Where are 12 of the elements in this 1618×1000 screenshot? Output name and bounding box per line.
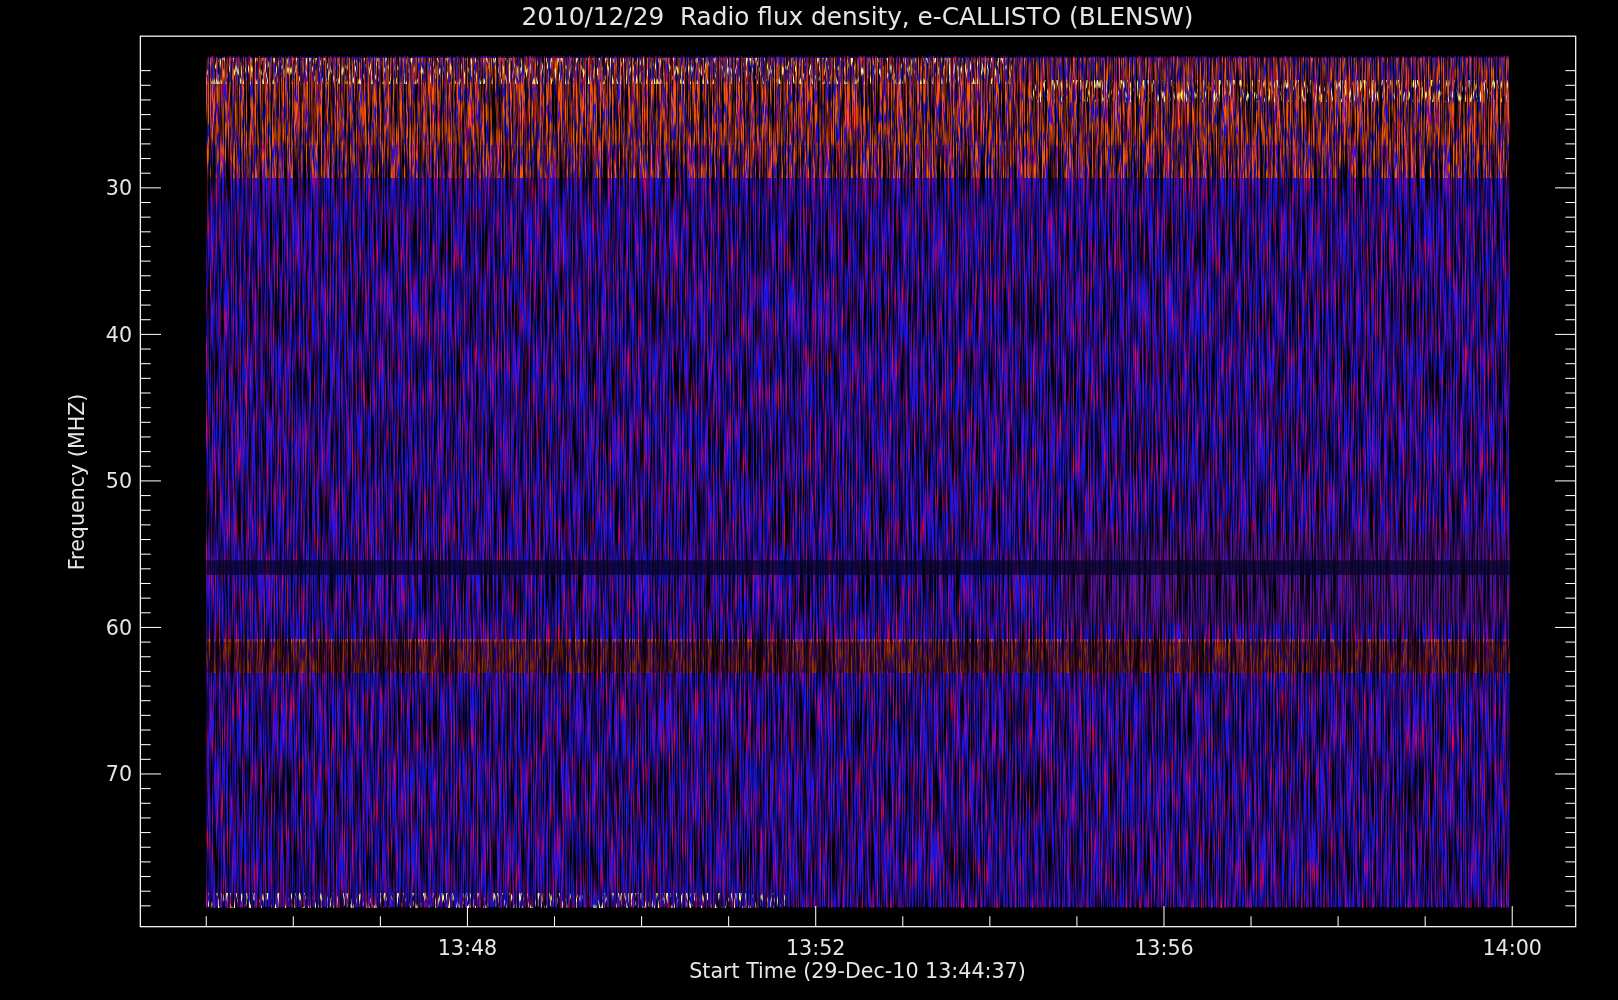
y-tick-label: 50	[105, 469, 133, 494]
y-tick-label: 40	[105, 322, 133, 347]
x-tick-label: 13:52	[786, 935, 846, 960]
x-tick-label: 13:48	[437, 935, 498, 960]
y-axis-label: Frequency (MHZ)	[64, 393, 89, 571]
chart-title: 2010/12/29 Radio flux density, e-CALLISTO (BLENSW)	[521, 1, 1194, 31]
x-axis-label: Start Time (29-Dec-10 13:44:37)	[689, 959, 1026, 984]
y-tick-label: 30	[105, 176, 133, 201]
x-tick-label: 14:00	[1482, 935, 1542, 960]
x-tick-label: 13:56	[1134, 935, 1194, 960]
y-tick-label: 60	[105, 615, 133, 640]
y-tick-label: 70	[105, 762, 133, 787]
